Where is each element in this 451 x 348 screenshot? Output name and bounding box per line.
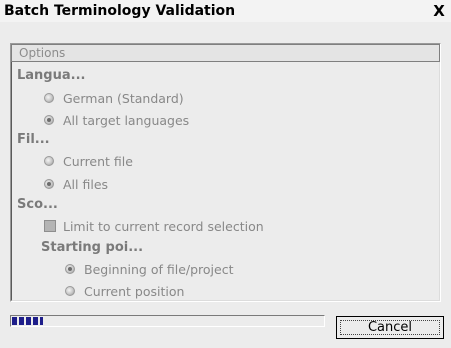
radio-label: Beginning of file/project (84, 262, 234, 277)
radio-label: Current position (84, 284, 185, 299)
options-header: Options (11, 44, 440, 62)
radio-checked-icon (44, 115, 54, 125)
cancel-button-label: Cancel (367, 320, 413, 335)
scope-group-heading: Sco... (17, 197, 58, 212)
file-group-heading: Fil... (17, 132, 50, 147)
progress-fill (12, 317, 43, 325)
options-header-label: Options (19, 46, 66, 60)
checkbox-icon (44, 220, 56, 232)
window-title: Batch Terminology Validation (4, 3, 236, 19)
radio-checked-icon (44, 179, 54, 189)
language-group-heading: Langua... (17, 68, 86, 83)
radio-label: German (Standard) (63, 91, 184, 106)
progress-bar (10, 315, 325, 327)
checkbox-label: Limit to current record selection (63, 219, 264, 234)
radio-checked-icon (65, 264, 75, 274)
cancel-button[interactable]: Cancel (336, 316, 444, 339)
radio-label: All target languages (63, 113, 190, 128)
radio-unchecked-icon (44, 93, 54, 103)
starting-point-heading: Starting poi... (41, 240, 144, 255)
radio-unchecked-icon (44, 156, 54, 166)
radio-unchecked-icon (65, 286, 75, 296)
close-button[interactable]: X (431, 3, 447, 19)
title-bar[interactable]: Batch Terminology Validation X (0, 0, 451, 22)
batch-validation-dialog: Batch Terminology Validation X Options L… (0, 0, 451, 348)
radio-label: Current file (63, 154, 133, 169)
radio-label: All files (63, 177, 109, 192)
